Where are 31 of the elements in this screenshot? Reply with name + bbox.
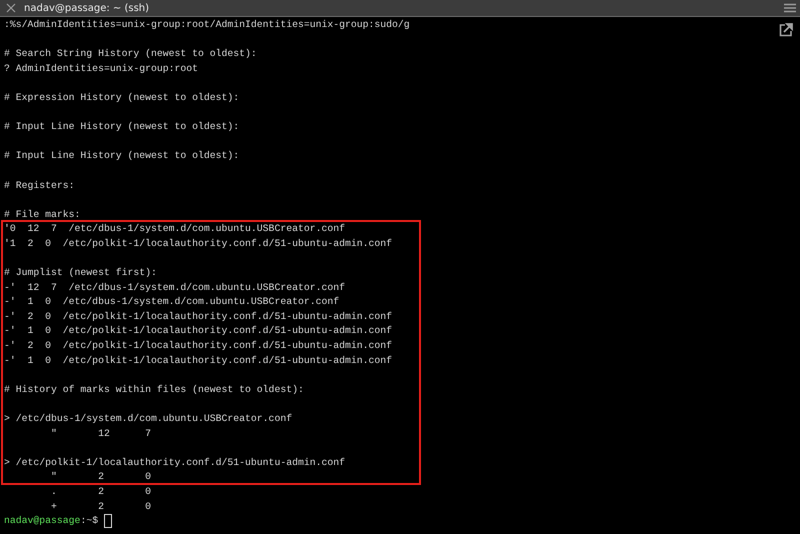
terminal-line: -' 12 7 /etc/dbus-1/system.d/com.ubuntu.USBCreator.conf	[4, 280, 345, 295]
menu-icon[interactable]	[784, 3, 796, 13]
terminal-line: -' 2 0 /etc/polkit-1/localauthority.conf.d/51-ubuntu-admin.conf	[4, 310, 392, 324]
terminal-line: # File marks:	[4, 208, 80, 222]
terminal-line: " 12 7	[50, 426, 151, 441]
terminal-line: -' 2 0 /etc/polkit-1/localauthority.conf.d/51-ubuntu-admin.conf	[4, 339, 392, 354]
terminal-line: > /etc/dbus-1/system.d/com.ubuntu.USBCreator.conf	[4, 412, 292, 426]
terminal-line: -' 1 0 /etc/dbus-1/system.d/com.ubuntu.USBCreator.conf	[4, 295, 340, 310]
terminal-line: -' 1 0 /etc/polkit-1/localauthority.conf.d/51-ubuntu-admin.conf	[4, 324, 392, 338]
text-cursor	[104, 514, 112, 528]
terminal-line: # Registers:	[4, 178, 75, 193]
terminal-line: # Input Line History (newest to oldest):	[4, 120, 240, 134]
terminal-line: :%s/AdminIdentities=unix-group:root/AdminIdentities=unix-group:sudo/g	[4, 18, 410, 32]
terminal-line: # Search String History (newest to oldest):	[4, 47, 257, 62]
terminal-line: . 2 0	[50, 485, 151, 499]
terminal-line: -' 1 0 /etc/polkit-1/localauthority.conf.d/51-ubuntu-admin.conf	[4, 354, 392, 368]
window-title: nadav@passage: ~ (ssh)	[24, 2, 150, 14]
terminal-line: + 2 0	[50, 500, 151, 514]
terminal-line: # History of marks within files (newest to oldest):	[4, 382, 304, 397]
terminal-line: ? AdminIdentities=unix-group:root	[4, 62, 198, 76]
terminal-line: # Expression History (newest to oldest):	[4, 90, 240, 105]
terminal-line: " 2 0	[50, 470, 151, 484]
terminal-line: > /etc/polkit-1/localauthority.conf.d/51-ubuntu-admin.conf	[4, 456, 345, 470]
prompt-path: :~$	[80, 514, 98, 528]
popout-icon[interactable]	[778, 22, 794, 38]
close-icon[interactable]	[6, 3, 16, 13]
terminal-line: '1 2 0 /etc/polkit-1/localauthority.conf.d/51-ubuntu-admin.conf	[4, 236, 392, 251]
terminal-line: # Input Line History (newest to oldest):	[4, 149, 240, 164]
terminal-line: # Jumplist (newest first):	[4, 266, 157, 280]
prompt-user-host: nadav@passage	[4, 514, 80, 528]
terminal-line: '0 12 7 /etc/dbus-1/system.d/com.ubuntu.USBCreator.conf	[4, 222, 345, 236]
